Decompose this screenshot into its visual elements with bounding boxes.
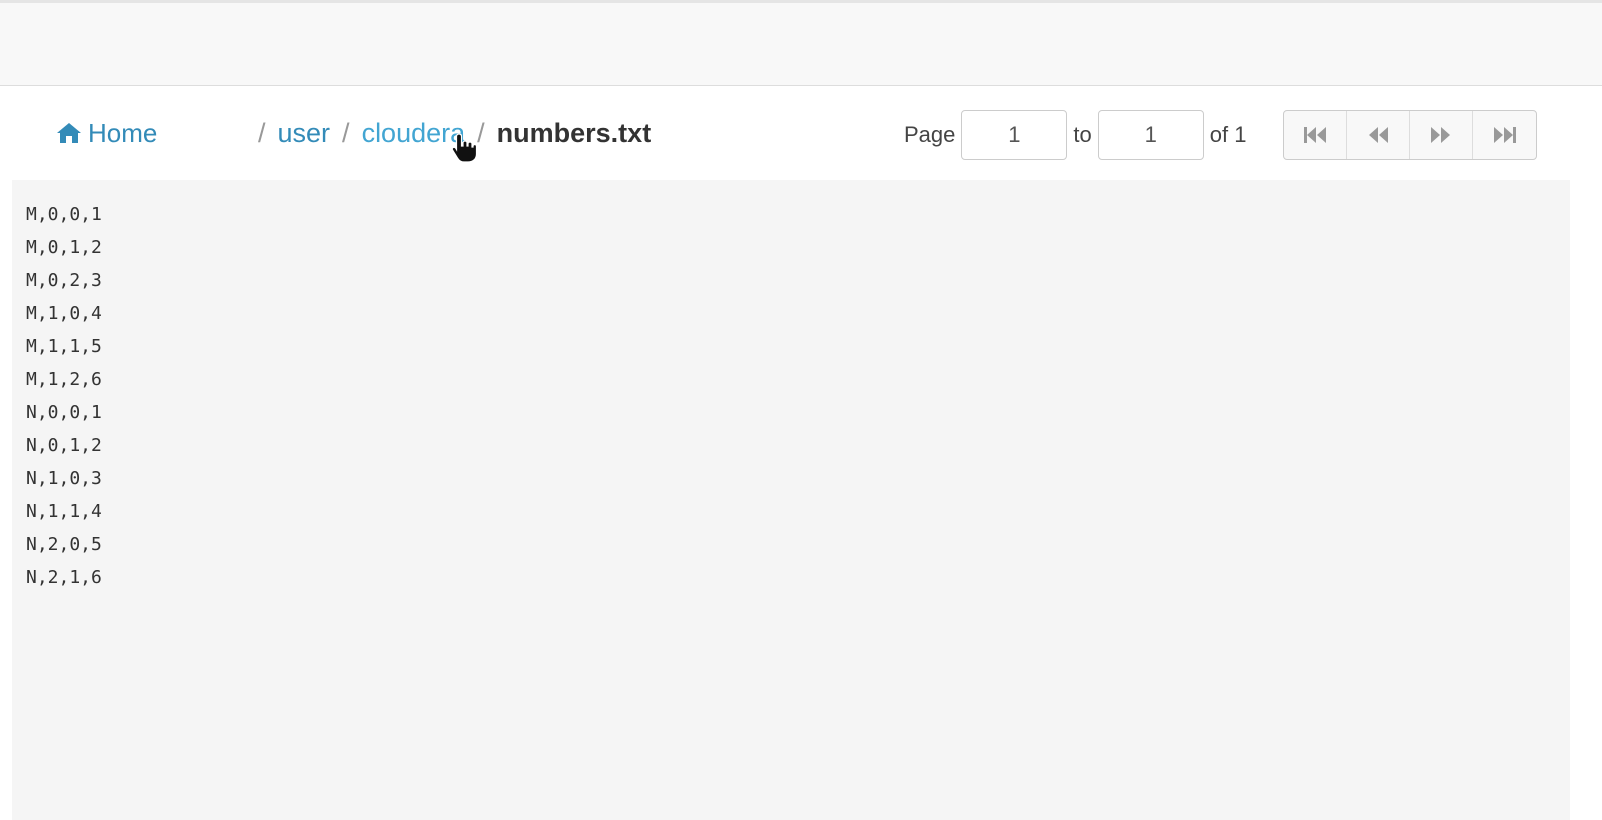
file-line: M,0,0,1 xyxy=(26,204,102,225)
home-label: Home xyxy=(88,117,158,148)
top-navbar xyxy=(0,0,1602,86)
home-link[interactable]: Home xyxy=(56,118,157,148)
breadcrumb-item-user[interactable]: user xyxy=(278,118,331,149)
breadcrumb-separator: / xyxy=(477,117,485,148)
fast-backward-icon xyxy=(1304,127,1326,143)
previous-page-button[interactable] xyxy=(1347,111,1410,159)
file-line: N,0,1,2 xyxy=(26,435,102,456)
backward-icon xyxy=(1369,127,1388,143)
page-count-label: of 1 xyxy=(1209,122,1247,147)
pagination-buttons xyxy=(1283,110,1537,160)
breadcrumb-separator: / xyxy=(342,117,350,148)
page-to-input[interactable] xyxy=(1097,110,1204,160)
file-content-viewer: M,0,0,1 M,0,1,2 M,0,2,3 M,1,0,4 M,1,1,5 … xyxy=(12,180,1570,820)
file-browser-nav: Home / user / cloudera / numbers.txt Pag… xyxy=(0,104,1602,166)
pagination: Page to of 1 xyxy=(902,110,1248,160)
file-line: M,1,2,6 xyxy=(26,369,102,390)
last-page-button[interactable] xyxy=(1473,111,1536,159)
breadcrumb-separator: / xyxy=(258,117,266,148)
hand-cursor-icon xyxy=(451,133,478,163)
file-line: N,0,0,1 xyxy=(26,402,102,423)
next-page-button[interactable] xyxy=(1410,111,1473,159)
page-from-input[interactable] xyxy=(961,110,1068,160)
home-icon xyxy=(57,123,81,143)
fast-forward-icon xyxy=(1493,127,1516,143)
file-line: M,1,1,5 xyxy=(26,336,102,357)
file-line: M,0,1,2 xyxy=(26,237,102,258)
to-label: to xyxy=(1073,122,1092,147)
first-page-button[interactable] xyxy=(1284,111,1347,159)
file-line: N,1,1,4 xyxy=(26,501,102,522)
file-line: M,1,0,4 xyxy=(26,303,102,324)
file-line: N,1,0,3 xyxy=(26,468,102,489)
file-line: M,0,2,3 xyxy=(26,270,102,291)
page-label: Page xyxy=(904,122,956,147)
breadcrumb-current-file: numbers.txt xyxy=(496,117,652,148)
forward-icon xyxy=(1431,127,1450,143)
file-line: N,2,1,6 xyxy=(26,567,102,588)
file-line: N,2,0,5 xyxy=(26,534,102,555)
